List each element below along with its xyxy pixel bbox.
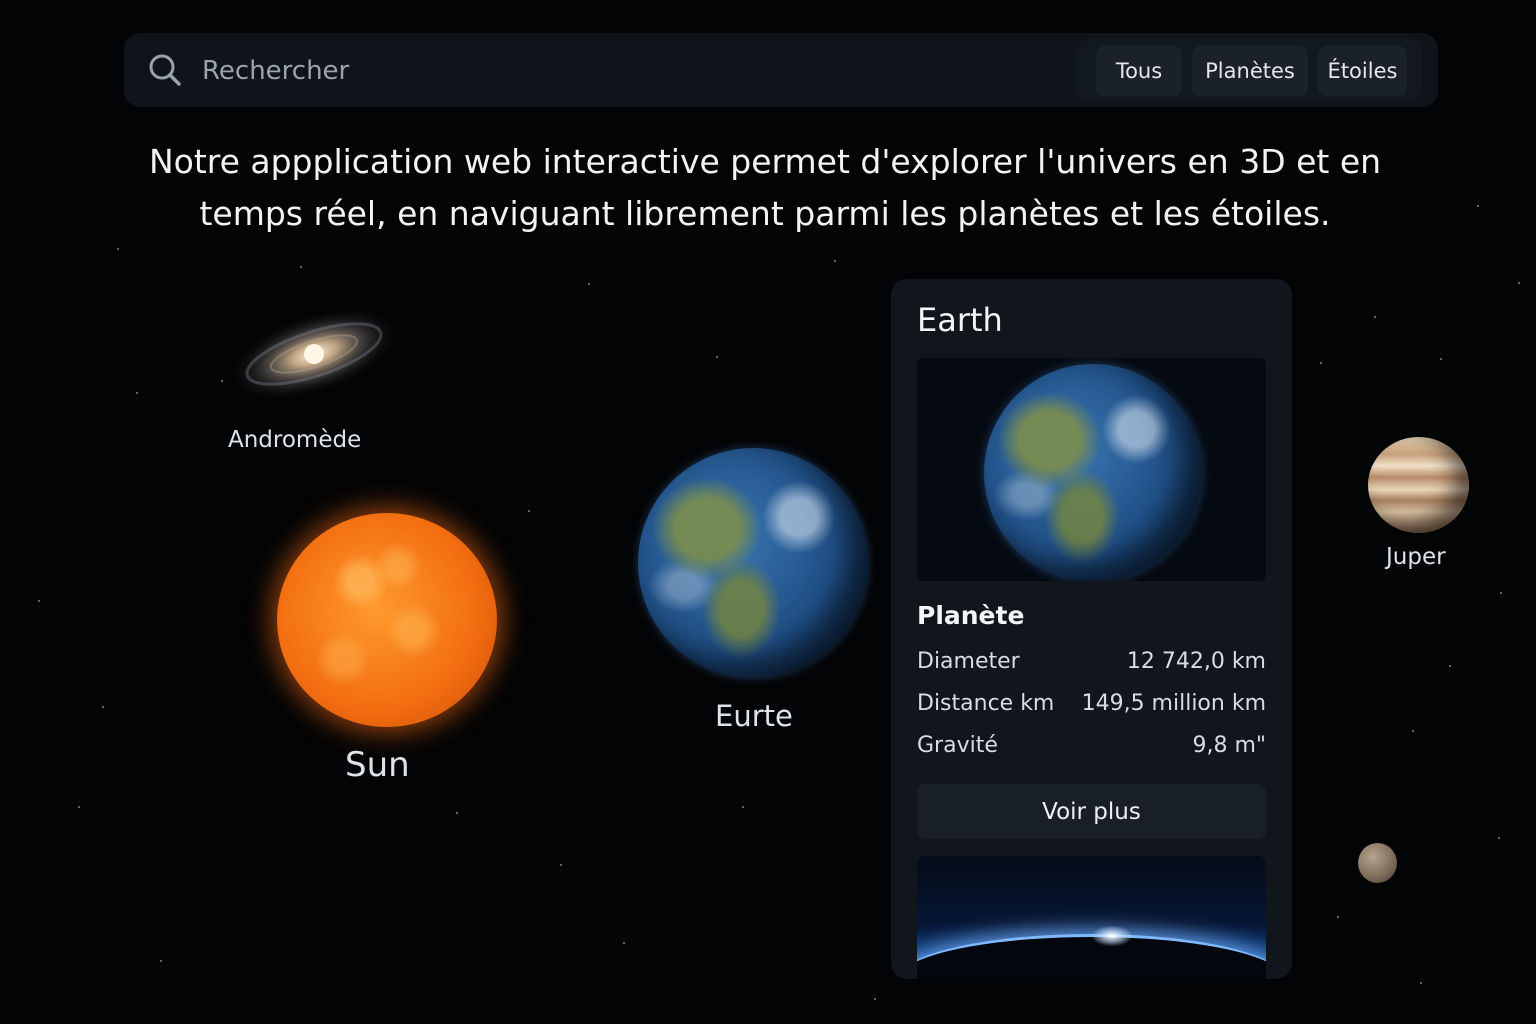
jupiter-sphere[interactable] [1368,437,1469,533]
filter-stars-button[interactable]: Étoiles [1318,46,1407,96]
stat-distance-label: Distance km [917,691,1055,716]
horizon-glow [917,934,1266,979]
stat-gravity-label: Gravité [917,733,998,758]
intro-text: Notre appplication web interactive perme… [140,136,1390,240]
intro-line-1: Notre appplication web interactive perme… [148,142,1382,181]
small-planet[interactable] [1358,843,1397,883]
stat-diameter-label: Diameter [917,649,1020,674]
stat-gravity-value: 9,8 m" [1192,733,1266,758]
andromeda-label: Andromède [228,427,362,453]
jupiter-label: Juper [1386,544,1446,570]
sun-label: Sun [345,745,410,785]
andromeda-galaxy[interactable] [214,296,404,416]
card-type: Planète [917,601,1025,630]
intro-line-2: temps réel, en naviguant librement parmi… [199,194,1331,233]
planet-info-card: Earth Planète Diameter 12 742,0 km Dista… [891,279,1292,979]
stat-distance-value: 149,5 million km [1081,691,1266,716]
card-earth-image [917,358,1266,581]
earth-sphere[interactable] [638,448,868,678]
search-bar: Tous Planètes Étoiles [124,33,1438,107]
earth-horizon-image [917,856,1266,979]
card-title: Earth [917,301,1003,339]
see-more-button[interactable]: Voir plus [917,784,1266,839]
sun-sphere[interactable] [277,513,497,727]
filter-group: Tous Planètes Étoiles [1076,39,1422,101]
search-icon[interactable] [148,53,182,87]
earth-image [984,364,1202,581]
filter-planets-button[interactable]: Planètes [1192,46,1308,96]
stat-diameter-value: 12 742,0 km [1126,649,1266,674]
sunrise-flare [1092,926,1132,946]
search-input[interactable] [200,49,904,93]
earth-label: Eurte [715,699,793,733]
filter-all-button[interactable]: Tous [1096,46,1182,96]
